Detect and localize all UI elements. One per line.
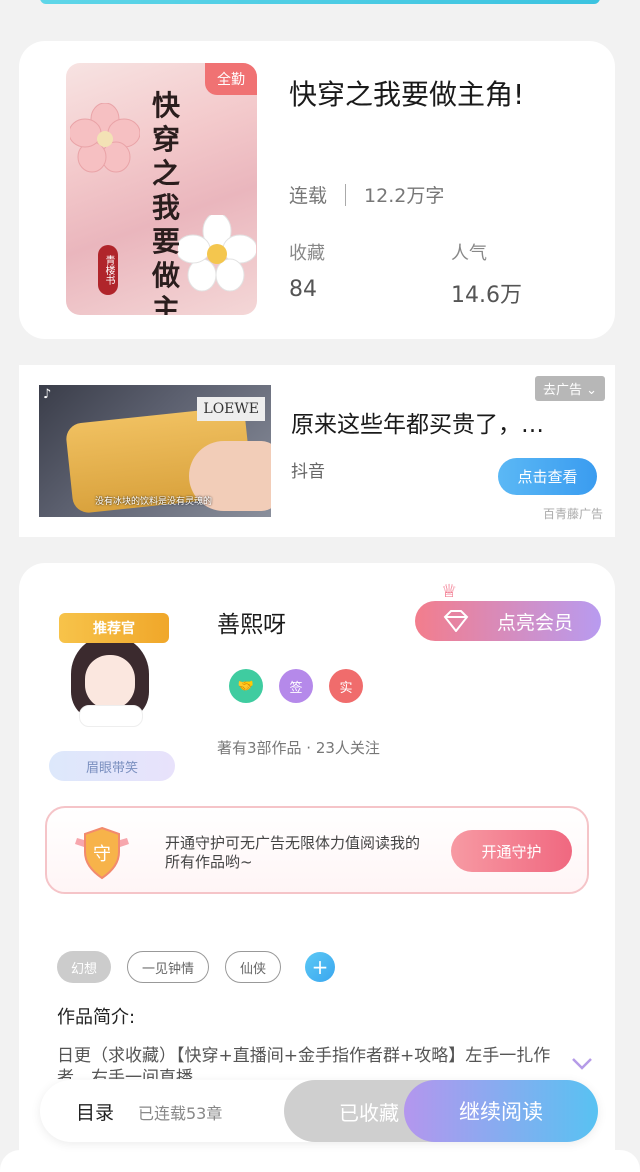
book-status: 连载 [289, 185, 328, 207]
guard-text: 开通守护可无广告无限体力值阅读我的所有作品哟~ [165, 834, 421, 871]
cover-seal: 青楼书 [98, 245, 118, 295]
chapter-count: 已连载53章 [138, 1104, 223, 1123]
favorites-value: 84 [289, 277, 317, 302]
book-meta: 连载 12.2万字 [289, 181, 444, 208]
top-accent-bar [40, 0, 600, 4]
add-tag-button[interactable]: + [305, 952, 336, 982]
popularity-value: 14.6万 [451, 283, 522, 308]
signed-badge[interactable]: 签 [279, 669, 313, 703]
remove-ad-button[interactable]: 去广告 ⌄ [534, 376, 605, 401]
vip-button-label: 点亮会员 [496, 611, 573, 634]
author-stats: 著有3部作品 · 23人关注 [217, 739, 380, 757]
author-tag: 眉眼带笑 [49, 751, 175, 781]
word-count: 12.2万字 [364, 185, 445, 207]
chevron-down-icon[interactable] [571, 1057, 593, 1071]
book-info-card: 快穿之我要做主角 青楼书 全勤 快穿之我要做主角! 连载 12.2万字 收藏 8… [19, 41, 615, 339]
intro-text[interactable]: 日更（求收藏）【快穿+直播间+金手指作者群+攻略】左手一扎作者，右手一间直播，… [57, 1045, 567, 1079]
ad-image-sign: LOEWE [197, 397, 265, 421]
diamond-icon [443, 610, 469, 632]
shield-char: 守 [93, 844, 111, 865]
remove-ad-label: 去广告 [542, 383, 582, 398]
handshake-icon[interactable]: 🤝 [229, 669, 263, 703]
author-avatar[interactable]: 推荐官 眉眼带笑 [49, 605, 199, 785]
ad-brand: 百青藤广告 [542, 507, 603, 521]
recommender-ribbon: 推荐官 [59, 613, 169, 643]
ad-image-caption: 没有冰块的饮料是没有灵魂的 [95, 497, 213, 507]
genre-tags: 幻想 一见钟情 仙侠 + [57, 951, 336, 983]
bottom-action-bar: 目录 已连载53章 已收藏 继续阅读 [40, 1080, 598, 1142]
crown-icon: ♕ [441, 581, 458, 602]
tag-love-at-first-sight[interactable]: 一见钟情 [127, 951, 210, 983]
tiktok-icon: ♪ [43, 387, 52, 402]
ad-card[interactable]: LOEWE ♪ 没有冰块的饮料是没有灵魂的 去广告 ⌄ 原来这些年都买贵了，… … [19, 365, 615, 537]
white-flower-illustration [178, 215, 256, 292]
ad-image[interactable]: LOEWE ♪ 没有冰块的饮料是没有灵魂的 [39, 385, 271, 517]
favorites-stat: 收藏 84 [289, 239, 325, 302]
shield-icon: 守 [75, 826, 129, 880]
toc-button[interactable]: 目录 [76, 1098, 114, 1125]
popularity-stat: 人气 14.6万 [451, 239, 522, 309]
full-attendance-badge: 全勤 [205, 63, 257, 95]
ad-title[interactable]: 原来这些年都买贵了，… [291, 405, 544, 439]
flower-illustration [70, 103, 140, 173]
intro-label: 作品简介: [57, 1007, 136, 1028]
author-badges: 🤝 签 实 [229, 669, 363, 703]
verified-badge[interactable]: 实 [329, 669, 363, 703]
meta-divider [345, 183, 347, 206]
favorites-label: 收藏 [289, 243, 325, 264]
continue-reading-button[interactable]: 继续阅读 [404, 1080, 598, 1142]
avatar-body [79, 705, 143, 727]
guard-banner[interactable]: 守 开通守护可无广告无限体力值阅读我的所有作品哟~ 开通守护 [45, 806, 589, 894]
ad-source: 抖音 [291, 462, 325, 482]
chevron-down-icon: ⌄ [586, 383, 597, 398]
ad-view-button[interactable]: 点击查看 [498, 458, 597, 495]
book-title: 快穿之我要做主角! [289, 78, 525, 111]
popularity-label: 人气 [451, 243, 487, 264]
tag-fantasy[interactable]: 幻想 [57, 951, 112, 983]
activate-guard-button[interactable]: 开通守护 [451, 830, 572, 872]
book-cover[interactable]: 快穿之我要做主角 青楼书 全勤 [66, 63, 257, 315]
vip-button[interactable]: ♕ 点亮会员 [415, 581, 601, 641]
tag-xianxia[interactable]: 仙侠 [225, 951, 282, 983]
author-name[interactable]: 善熙呀 [217, 605, 286, 639]
bottom-sheet-edge [0, 1150, 640, 1172]
cover-title: 快穿之我要做主角 [152, 89, 181, 315]
